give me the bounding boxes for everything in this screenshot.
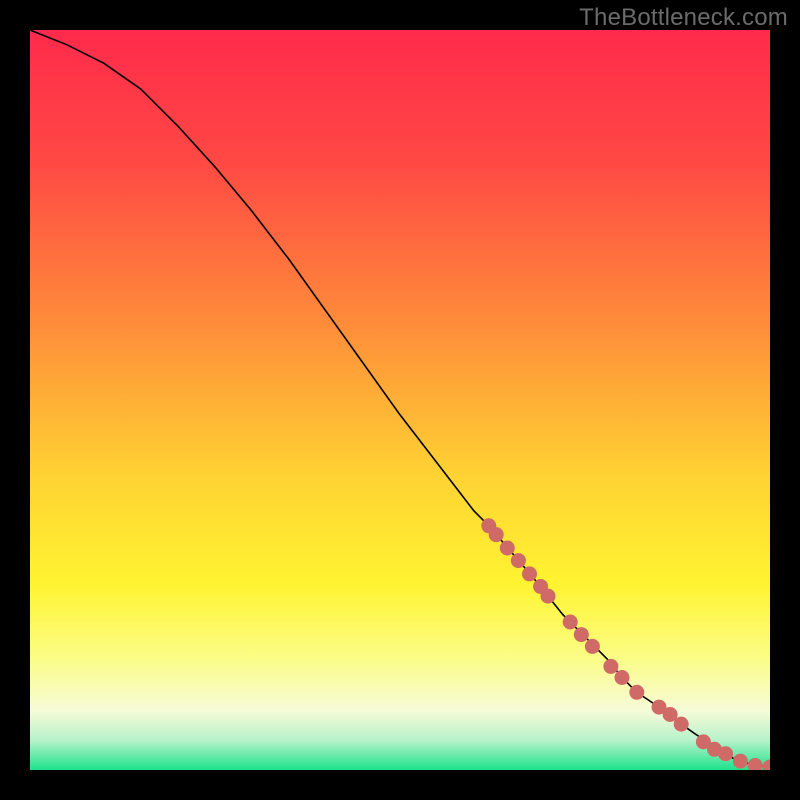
data-point	[489, 527, 504, 542]
data-point	[629, 685, 644, 700]
plot-area	[30, 30, 770, 770]
data-point	[585, 639, 600, 654]
plot-background	[30, 30, 770, 770]
data-point	[563, 615, 578, 630]
chart-frame: TheBottleneck.com	[0, 0, 800, 800]
data-point	[733, 754, 748, 769]
data-point	[500, 541, 515, 556]
data-point	[511, 553, 526, 568]
data-point	[718, 746, 733, 761]
data-point	[574, 627, 589, 642]
chart-svg	[30, 30, 770, 770]
data-point	[615, 670, 630, 685]
data-point	[522, 566, 537, 581]
watermark-text: TheBottleneck.com	[579, 4, 788, 32]
data-point	[603, 659, 618, 674]
data-point	[674, 717, 689, 732]
data-point	[541, 589, 556, 604]
